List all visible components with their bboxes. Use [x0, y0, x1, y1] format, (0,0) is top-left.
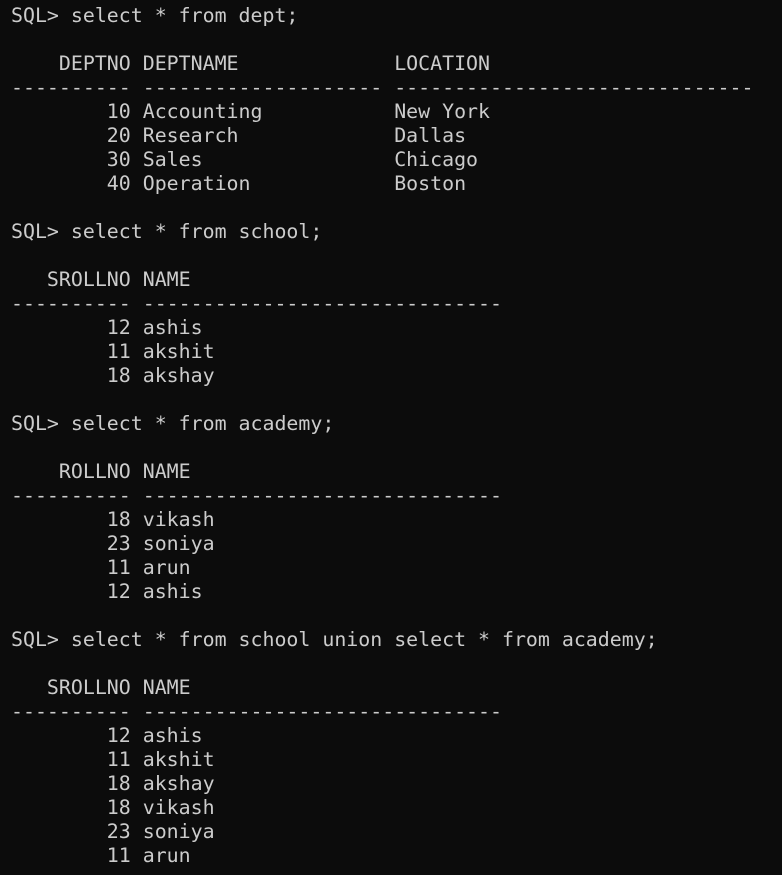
command-line: SQL> select * from academy;: [11, 412, 335, 435]
result-row: 23 soniya: [11, 532, 215, 555]
result-separator: ---------- -------------------- --------…: [11, 76, 754, 99]
result-row: 11 akshit: [11, 748, 215, 771]
result-header: DEPTNO DEPTNAME LOCATION: [11, 52, 491, 75]
result-row: 12 ashis: [11, 580, 203, 603]
result-row: 40 Operation Boston: [11, 172, 467, 195]
result-separator: ---------- -----------------------------…: [11, 292, 502, 315]
result-row: 10 Accounting New York: [11, 100, 491, 123]
result-row: 11 arun: [11, 556, 191, 579]
result-row: 18 vikash: [11, 508, 215, 531]
command-line: SQL> select * from school;: [11, 220, 323, 243]
result-row: 20 Research Dallas: [11, 124, 467, 147]
result-header: ROLLNO NAME: [11, 460, 191, 483]
result-row: 12 ashis: [11, 316, 203, 339]
command-line: SQL> select * from dept;: [11, 4, 299, 27]
result-row: 18 vikash: [11, 796, 215, 819]
result-row: 11 akshit: [11, 340, 215, 363]
result-row: 18 akshay: [11, 364, 215, 387]
command-line: SQL> select * from school union select *…: [11, 628, 658, 651]
result-row: 23 soniya: [11, 820, 215, 843]
result-separator: ---------- -----------------------------…: [11, 700, 502, 723]
result-row: 12 ashis: [11, 724, 203, 747]
result-row: 11 arun: [11, 844, 191, 867]
result-separator: ---------- -----------------------------…: [11, 484, 502, 507]
result-header: SROLLNO NAME: [11, 676, 191, 699]
result-header: SROLLNO NAME: [11, 268, 191, 291]
result-row: 30 Sales Chicago: [11, 148, 479, 171]
terminal-output[interactable]: SQL> select * from dept; DEPTNO DEPTNAME…: [11, 4, 753, 868]
result-row: 18 akshay: [11, 772, 215, 795]
